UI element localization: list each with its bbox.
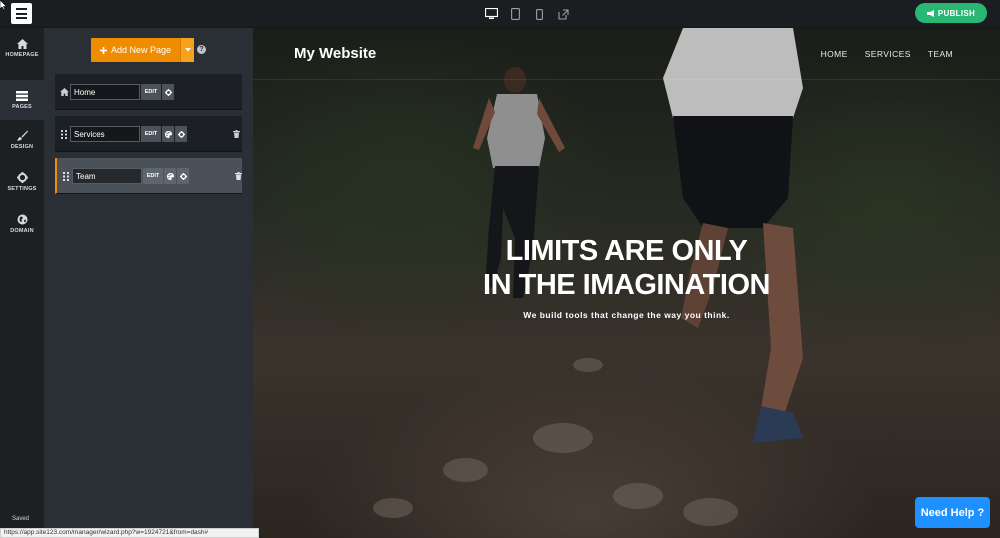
add-new-page-button[interactable]: Add New Page bbox=[91, 38, 180, 62]
rail-label-design: DESIGN bbox=[10, 144, 34, 150]
trail-rock bbox=[443, 458, 488, 482]
page-row-team[interactable]: EDIT bbox=[55, 158, 242, 194]
gear-icon bbox=[177, 130, 185, 138]
rail-item-homepage[interactable]: HOMEPAGE bbox=[0, 28, 44, 68]
trail-rock bbox=[573, 358, 603, 372]
mobile-icon[interactable] bbox=[532, 7, 546, 21]
pages-panel: Add New Page ? EDIT EDIT bbox=[44, 28, 253, 538]
drag-handle-icon[interactable] bbox=[61, 171, 71, 181]
rail-label-pages: PAGES bbox=[12, 103, 32, 110]
trail-rock bbox=[373, 498, 413, 518]
trail-rock bbox=[533, 423, 593, 453]
rail-label-homepage: HOMEPAGE bbox=[5, 51, 39, 58]
drag-handle-icon[interactable] bbox=[59, 129, 69, 139]
site-nav-services[interactable]: SERVICES bbox=[865, 49, 911, 59]
help-icon[interactable]: ? bbox=[197, 45, 206, 54]
page-name-input-home[interactable] bbox=[70, 84, 140, 100]
mouse-cursor-icon bbox=[0, 0, 8, 10]
hero-title-line-2: IN THE IMAGINATION bbox=[483, 269, 770, 301]
publish-label: PUBLISH bbox=[937, 8, 976, 18]
device-switcher bbox=[484, 5, 570, 23]
gear-icon bbox=[16, 172, 28, 183]
hero-subtitle[interactable]: We build tools that change the way you t… bbox=[253, 310, 1000, 320]
palette-icon bbox=[166, 172, 174, 180]
top-toolbar: PUBLISH bbox=[0, 0, 1000, 28]
globe-icon bbox=[17, 214, 27, 225]
page-settings-button-team[interactable] bbox=[177, 168, 189, 184]
rail-label-settings: SETTINGS bbox=[7, 186, 37, 192]
trail-rock bbox=[613, 483, 663, 509]
add-page-dropdown-button[interactable] bbox=[180, 38, 194, 62]
site-title[interactable]: My Website bbox=[294, 45, 376, 62]
page-settings-button-home[interactable] bbox=[162, 84, 174, 100]
home-icon bbox=[59, 87, 69, 97]
megaphone-icon bbox=[926, 9, 934, 17]
rail-item-settings[interactable]: SETTINGS bbox=[0, 162, 44, 202]
gear-icon bbox=[179, 172, 187, 180]
site-nav-team[interactable]: TEAM bbox=[928, 49, 953, 59]
edit-page-button-team[interactable]: EDIT bbox=[143, 168, 163, 184]
status-bar-url: https://app.site123.com/manager/wizard.p… bbox=[0, 528, 259, 538]
caret-down-icon bbox=[184, 48, 191, 52]
page-row-home[interactable]: EDIT bbox=[55, 74, 242, 110]
edit-page-button-services[interactable]: EDIT bbox=[141, 126, 161, 142]
need-help-button[interactable]: Need Help ? bbox=[915, 497, 990, 528]
publish-button[interactable]: PUBLISH bbox=[915, 3, 987, 23]
left-nav-rail: HOMEPAGE PAGES DESIGN SETTINGS DOMAIN Sa… bbox=[0, 28, 44, 538]
gear-icon bbox=[164, 88, 172, 96]
site123-logo[interactable] bbox=[11, 3, 32, 24]
home-icon bbox=[16, 38, 28, 49]
rail-label-domain: DOMAIN bbox=[10, 228, 34, 234]
saved-status: Saved bbox=[12, 516, 30, 522]
page-settings-button-services[interactable] bbox=[175, 126, 187, 142]
trash-icon[interactable] bbox=[234, 171, 242, 181]
website-preview[interactable]: My Website HOME SERVICES TEAM LIMITS ARE… bbox=[253, 28, 1000, 538]
page-design-button-team[interactable] bbox=[164, 168, 176, 184]
trail-rock bbox=[683, 498, 738, 526]
hero-title[interactable]: LIMITS ARE ONLY IN THE IMAGINATION bbox=[253, 234, 1000, 302]
edit-page-button-home[interactable]: EDIT bbox=[141, 84, 161, 100]
external-link-icon[interactable] bbox=[556, 7, 570, 21]
trash-icon[interactable] bbox=[232, 129, 240, 139]
plus-icon bbox=[99, 46, 107, 54]
page-name-input-services[interactable] bbox=[70, 126, 140, 142]
palette-icon bbox=[164, 130, 172, 138]
rail-item-domain[interactable]: DOMAIN bbox=[0, 204, 44, 244]
page-row-services[interactable]: EDIT bbox=[55, 116, 242, 152]
header-divider bbox=[253, 79, 1000, 80]
site-nav-home[interactable]: HOME bbox=[821, 49, 848, 59]
rail-item-pages[interactable]: PAGES bbox=[0, 80, 44, 120]
add-new-page-label: Add New Page bbox=[110, 45, 172, 55]
page-name-input-team[interactable] bbox=[72, 168, 142, 184]
pages-icon bbox=[16, 90, 28, 101]
hero-title-line-1: LIMITS ARE ONLY bbox=[505, 235, 748, 267]
brush-icon bbox=[16, 130, 28, 141]
tablet-icon[interactable] bbox=[508, 7, 522, 21]
rail-item-design[interactable]: DESIGN bbox=[0, 120, 44, 160]
page-design-button-services[interactable] bbox=[162, 126, 174, 142]
desktop-icon[interactable] bbox=[484, 7, 498, 21]
site-nav: HOME SERVICES TEAM bbox=[821, 49, 953, 59]
